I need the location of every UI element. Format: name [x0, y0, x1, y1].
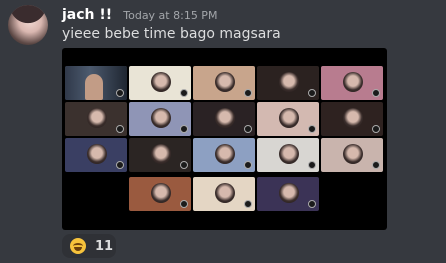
participant-tile — [257, 138, 319, 172]
participant-tile — [257, 66, 319, 100]
participant-avatar — [279, 144, 299, 164]
user-avatar[interactable] — [8, 5, 48, 45]
mic-status-icon — [372, 161, 380, 169]
participant-avatar — [87, 144, 107, 164]
message-text: yieee bebe time bago magsara — [62, 26, 281, 42]
mic-status-icon — [308, 125, 316, 133]
participant-avatar — [215, 108, 235, 128]
mic-status-icon — [308, 161, 316, 169]
participant-avatar — [343, 108, 363, 128]
participant-tile — [193, 102, 255, 136]
participant-avatar — [87, 108, 107, 128]
mic-status-icon — [116, 161, 124, 169]
participant-avatar — [151, 183, 171, 203]
participant-avatar — [215, 144, 235, 164]
participant-tile — [65, 102, 127, 136]
mic-status-icon — [244, 125, 252, 133]
participant-tile — [129, 138, 191, 172]
participant-avatar — [151, 72, 171, 92]
mic-status-icon — [180, 161, 188, 169]
participant-tile — [193, 66, 255, 100]
reaction-button[interactable]: 11 — [62, 234, 116, 258]
participant-tile — [193, 138, 255, 172]
participant-avatar — [215, 72, 235, 92]
participant-avatar — [343, 72, 363, 92]
mic-status-icon — [308, 200, 316, 208]
participant-tile — [65, 138, 127, 172]
message-header: jach !! Today at 8:15 PM — [62, 4, 217, 24]
participant-tile — [129, 66, 191, 100]
chat-message: jach !! Today at 8:15 PM yieee bebe time… — [0, 0, 446, 263]
participant-tile — [129, 102, 191, 136]
participant-tile — [321, 102, 383, 136]
mic-status-icon — [180, 125, 188, 133]
mic-status-icon — [180, 89, 188, 97]
participant-tile — [257, 177, 319, 211]
participant-avatar — [215, 183, 235, 203]
participant-avatar — [279, 72, 299, 92]
participant-avatar — [279, 108, 299, 128]
reaction-count: 11 — [95, 238, 114, 254]
participant-tile — [321, 66, 383, 100]
participant-camera-tile — [65, 66, 127, 100]
username[interactable]: jach !! — [62, 7, 112, 23]
mic-status-icon — [372, 125, 380, 133]
participant-avatar — [343, 144, 363, 164]
mic-status-icon — [308, 89, 316, 97]
participant-tile — [257, 102, 319, 136]
mic-status-icon — [244, 161, 252, 169]
participant-avatar — [151, 108, 171, 128]
mic-status-icon — [244, 200, 252, 208]
mic-status-icon — [116, 89, 124, 97]
mic-status-icon — [116, 125, 124, 133]
mic-status-icon — [244, 89, 252, 97]
message-timestamp: Today at 8:15 PM — [123, 9, 218, 22]
mic-status-icon — [372, 89, 380, 97]
participant-avatar — [279, 183, 299, 203]
participant-avatar — [151, 144, 171, 164]
image-attachment[interactable] — [62, 48, 387, 230]
avatar-hair-shape — [8, 5, 48, 45]
participant-tile — [193, 177, 255, 211]
participant-tile — [321, 138, 383, 172]
laughing-face-icon — [70, 238, 86, 254]
camera-person — [85, 74, 103, 100]
participant-tile — [129, 177, 191, 211]
mic-status-icon — [180, 200, 188, 208]
